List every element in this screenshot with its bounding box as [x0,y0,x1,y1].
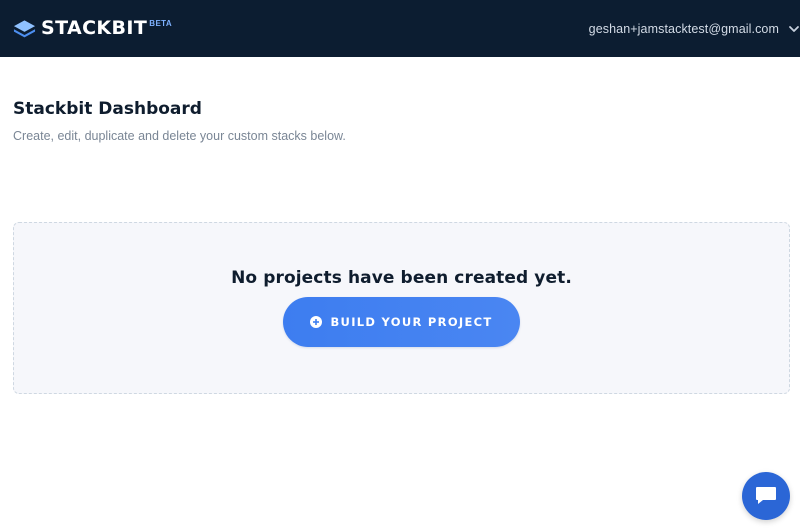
dashboard-main: Stackbit Dashboard Create, edit, duplica… [13,57,790,394]
top-navbar: STACKBIT BETA geshan+jamstacktest@gmail.… [0,0,800,57]
brand-name: STACKBIT [41,17,148,39]
brand-logo[interactable]: STACKBIT BETA [13,0,172,57]
build-project-button-label: BUILD YOUR PROJECT [330,315,493,329]
page-title: Stackbit Dashboard [13,99,202,119]
empty-projects-panel: No projects have been created yet. BUILD… [13,222,790,394]
chat-icon [756,487,776,504]
build-project-button[interactable]: BUILD YOUR PROJECT [283,297,520,347]
beta-badge: BETA [149,19,173,28]
plus-circle-icon [310,316,323,328]
account-menu[interactable]: geshan+jamstacktest@gmail.com [589,0,800,57]
stackbit-logo-icon [13,19,36,37]
account-email: geshan+jamstacktest@gmail.com [588,21,779,36]
empty-state-message: No projects have been created yet. [231,268,572,288]
page-subtitle: Create, edit, duplicate and delete your … [13,129,346,144]
chat-launcher-button[interactable] [742,472,790,520]
chevron-down-icon [789,25,799,32]
